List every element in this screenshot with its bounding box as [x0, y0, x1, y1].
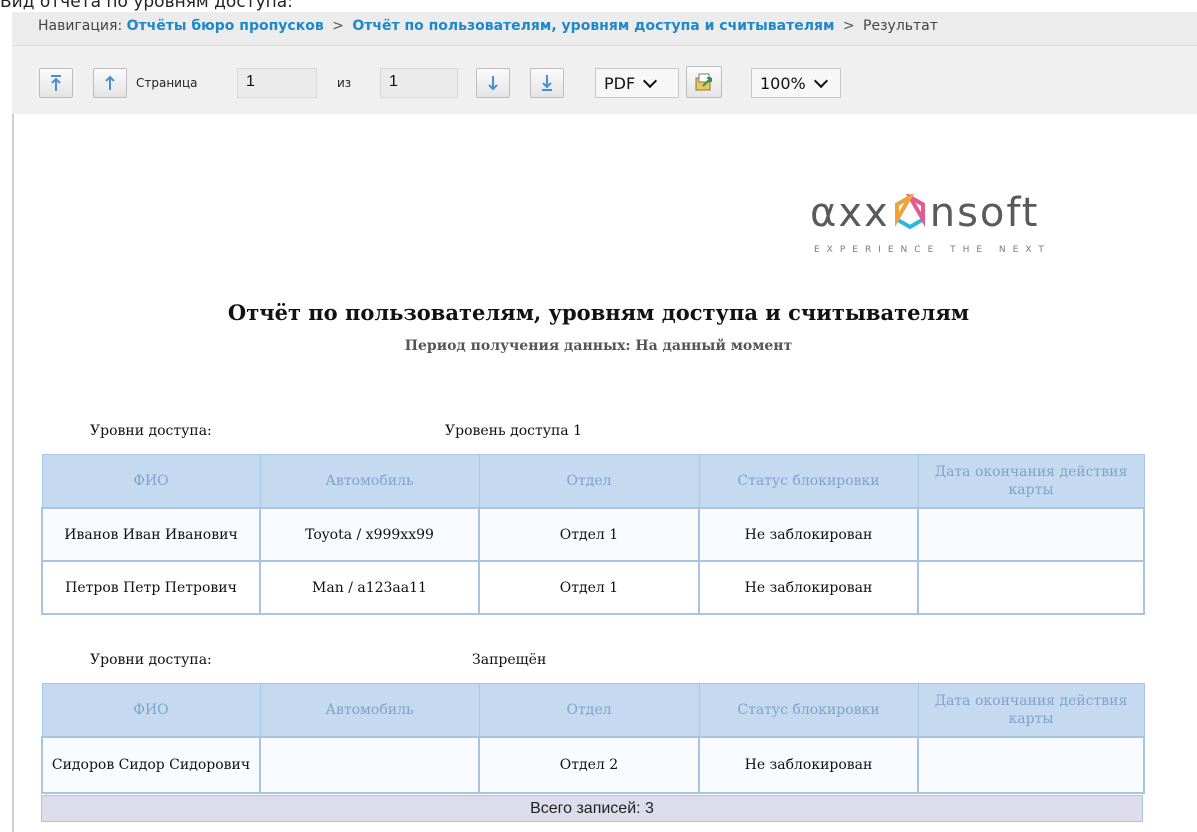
export-format-value: PDF [604, 73, 636, 93]
table-row: Иванов Иван Иванович Toyota / х999хх99 О… [41, 507, 1145, 562]
prev-page-icon [105, 75, 115, 90]
logo-hexagon-icon [894, 191, 925, 230]
cell-card-expiry [917, 560, 1145, 615]
column-header-block-status: Статус блокировки [698, 454, 919, 509]
report-toolbar: Страница 1 из 1 PDF 100% [12, 46, 1197, 114]
zoom-select[interactable]: 100% [751, 68, 841, 98]
total-records: Всего записей: 3 [41, 795, 1143, 822]
breadcrumb-separator: > [842, 18, 855, 34]
logo-text-left: αxx [810, 190, 890, 236]
last-page-icon [542, 75, 552, 91]
page-number-input[interactable]: 1 [237, 68, 317, 98]
breadcrumb-users-access-report[interactable]: Отчёт по пользователям, уровням доступа … [352, 18, 834, 34]
access-level-value: Запрещён [472, 652, 547, 668]
cell-card-expiry [917, 507, 1145, 562]
prev-page-button[interactable] [93, 68, 127, 98]
company-logo: αxx nsoft EXPERIENCE THE NEXT [810, 190, 1140, 280]
column-header-name: ФИО [41, 683, 261, 738]
cell-car: Toyota / х999хх99 [259, 507, 480, 562]
users-table-forbidden: ФИО Автомобиль Отдел Статус блокировки Д… [41, 683, 1145, 794]
access-level-label: Уровни доступа: [90, 652, 212, 668]
cell-name: Сидоров Сидор Сидорович [41, 736, 261, 794]
export-button[interactable] [686, 66, 722, 98]
access-level-label: Уровни доступа: [90, 423, 212, 439]
cell-block-status: Не заблокирован [698, 507, 919, 562]
cell-car [259, 736, 480, 794]
cell-block-status: Не заблокирован [698, 560, 919, 615]
zoom-value: 100% [760, 73, 806, 93]
next-page-icon [488, 76, 498, 91]
column-header-block-status: Статус блокировки [698, 683, 919, 738]
cell-car: Man / а123аа11 [259, 560, 480, 615]
column-header-card-expiry: Дата окончания действия карты [917, 454, 1145, 509]
cell-name: Иванов Иван Иванович [41, 507, 261, 562]
cell-department: Отдел 1 [478, 507, 700, 562]
logo-tagline: EXPERIENCE THE NEXT [814, 245, 1051, 255]
navigation-bar: Навигация: Отчёты бюро пропусков > Отчёт… [12, 12, 1197, 46]
users-table-level-1: ФИО Автомобиль Отдел Статус блокировки Д… [41, 454, 1145, 615]
access-level-value: Уровень доступа 1 [445, 423, 582, 439]
breadcrumb-pass-office-reports[interactable]: Отчёты бюро пропусков [127, 18, 324, 34]
nav-prefix: Навигация: [38, 18, 123, 34]
next-page-button[interactable] [476, 68, 510, 98]
table-row: Сидоров Сидор Сидорович Отдел 2 Не забло… [41, 736, 1145, 794]
logo-text-right: nsoft [929, 190, 1040, 236]
page-caption: Вид отчёта по уровням доступа: [0, 0, 293, 12]
cell-department: Отдел 1 [478, 560, 700, 615]
column-header-department: Отдел [478, 454, 700, 509]
table-header-row: ФИО Автомобиль Отдел Статус блокировки Д… [41, 683, 1145, 738]
column-header-car: Автомобиль [259, 683, 480, 738]
table-header-row: ФИО Автомобиль Отдел Статус блокировки Д… [41, 454, 1145, 509]
column-header-car: Автомобиль [259, 454, 480, 509]
cell-block-status: Не заблокирован [698, 736, 919, 794]
export-format-select[interactable]: PDF [595, 68, 679, 98]
breadcrumb-separator: > [332, 18, 344, 34]
chevron-down-icon [643, 73, 658, 88]
page-label: Страница [136, 76, 198, 90]
column-header-card-expiry: Дата окончания действия карты [917, 683, 1145, 738]
first-page-icon [51, 75, 61, 91]
last-page-button[interactable] [530, 68, 564, 98]
column-header-department: Отдел [478, 683, 700, 738]
breadcrumb-current: Результат [863, 18, 938, 34]
first-page-button[interactable] [39, 68, 73, 98]
logo-wordmark: αxx nsoft [810, 190, 1039, 236]
chevron-down-icon [813, 73, 828, 88]
total-pages-field: 1 [380, 68, 458, 98]
export-icon [695, 73, 712, 91]
column-header-name: ФИО [41, 454, 261, 509]
cell-name: Петров Петр Петрович [41, 560, 261, 615]
of-label: из [337, 76, 352, 90]
cell-department: Отдел 2 [478, 736, 700, 794]
table-row: Петров Петр Петрович Man / а123аа11 Отде… [41, 560, 1145, 615]
report-title: Отчёт по пользователям, уровням доступа … [227, 300, 970, 325]
cell-card-expiry [917, 736, 1145, 794]
report-period: Период получения данных: На данный момен… [404, 338, 793, 354]
